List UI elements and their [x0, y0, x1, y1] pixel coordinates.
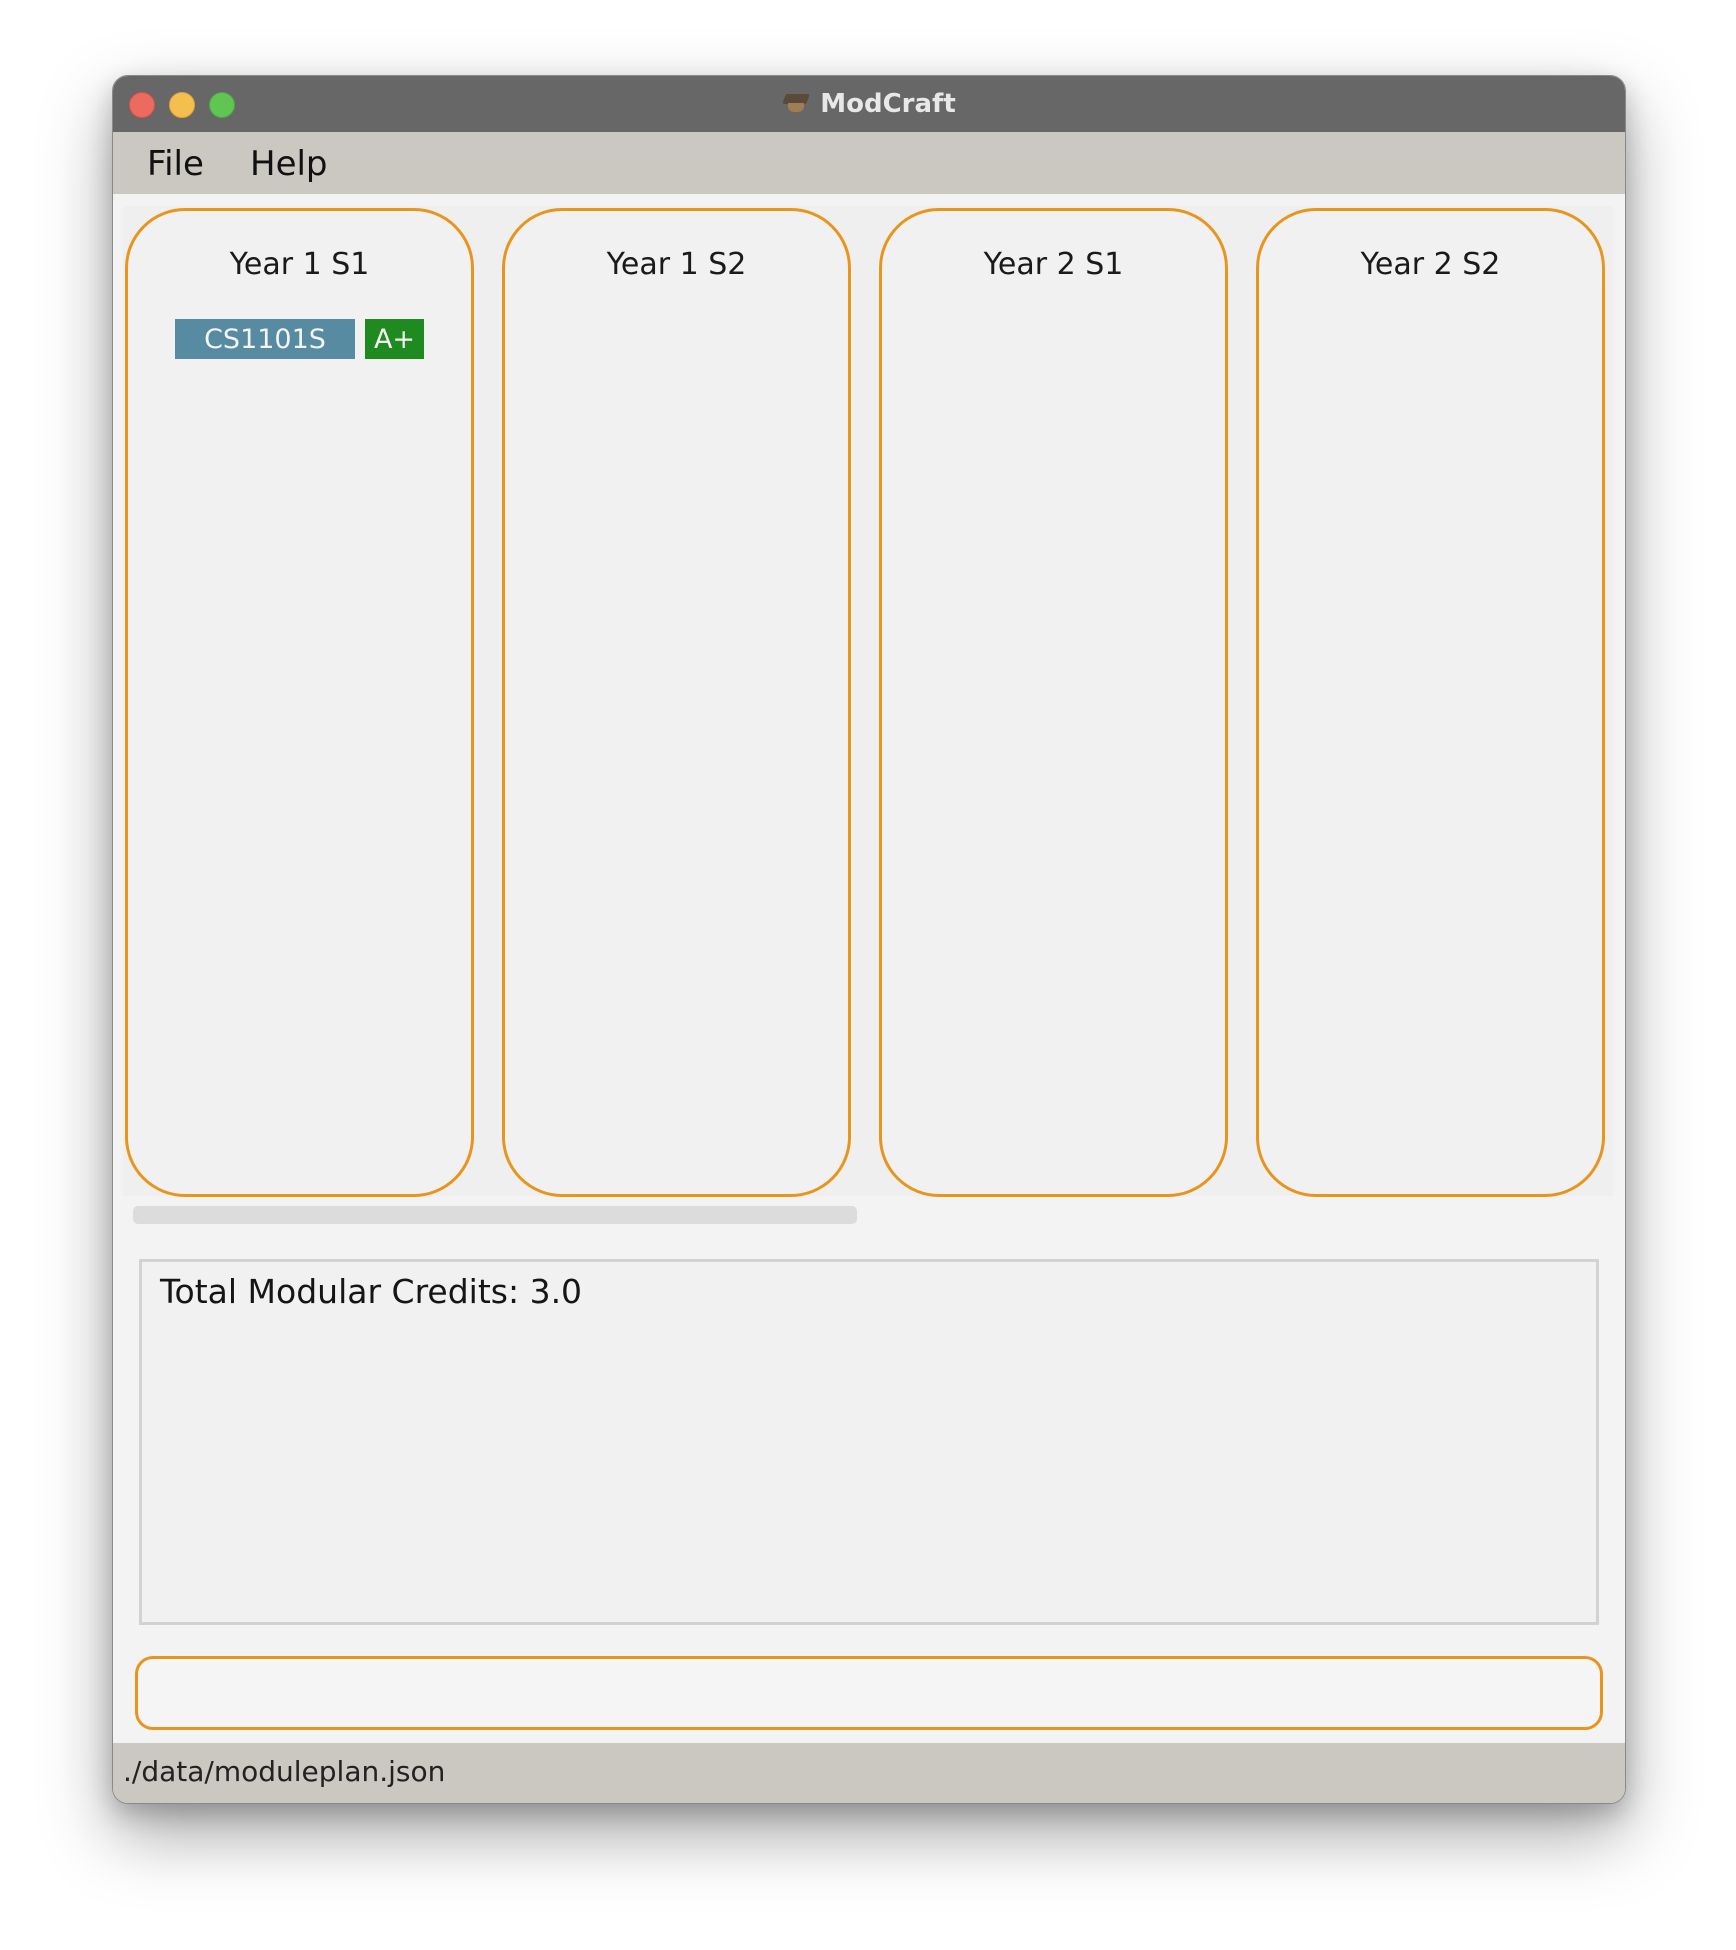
semester-panel-y2s1: Year 2 S1: [879, 208, 1228, 1197]
menu-help[interactable]: Help: [250, 144, 328, 184]
menu-bar: File Help: [113, 132, 1625, 194]
semester-panel-y1s2: Year 1 S2: [502, 208, 851, 1197]
module-item[interactable]: CS1101S A+: [128, 319, 471, 359]
semester-panel-y2s2: Year 2 S2: [1256, 208, 1605, 1197]
menu-file[interactable]: File: [147, 144, 204, 184]
result-display: Total Modular Credits: 3.0: [139, 1259, 1599, 1625]
horizontal-scrollbar[interactable]: [133, 1206, 857, 1224]
graduation-cap-icon: [782, 92, 811, 116]
total-credits-text: Total Modular Credits: 3.0: [160, 1272, 583, 1311]
semester-title: Year 2 S1: [983, 247, 1124, 282]
app-window: ModCraft File Help Year 1 S1 CS1101S A+ …: [112, 75, 1626, 1804]
title-bar[interactable]: ModCraft: [113, 76, 1625, 133]
command-input[interactable]: [135, 1656, 1603, 1730]
window-title: ModCraft: [820, 89, 956, 119]
semester-panel-y1s1: Year 1 S1 CS1101S A+: [125, 208, 474, 1197]
window-title-group: ModCraft: [113, 76, 1625, 132]
module-grade-badge: A+: [365, 319, 424, 359]
status-bar: ./data/moduleplan.json: [113, 1743, 1625, 1803]
semester-title: Year 2 S2: [1360, 247, 1501, 282]
status-file-path: ./data/moduleplan.json: [123, 1755, 446, 1788]
module-code-label: CS1101S: [175, 319, 355, 359]
semester-title: Year 1 S1: [229, 247, 370, 282]
semester-title: Year 1 S2: [606, 247, 747, 282]
